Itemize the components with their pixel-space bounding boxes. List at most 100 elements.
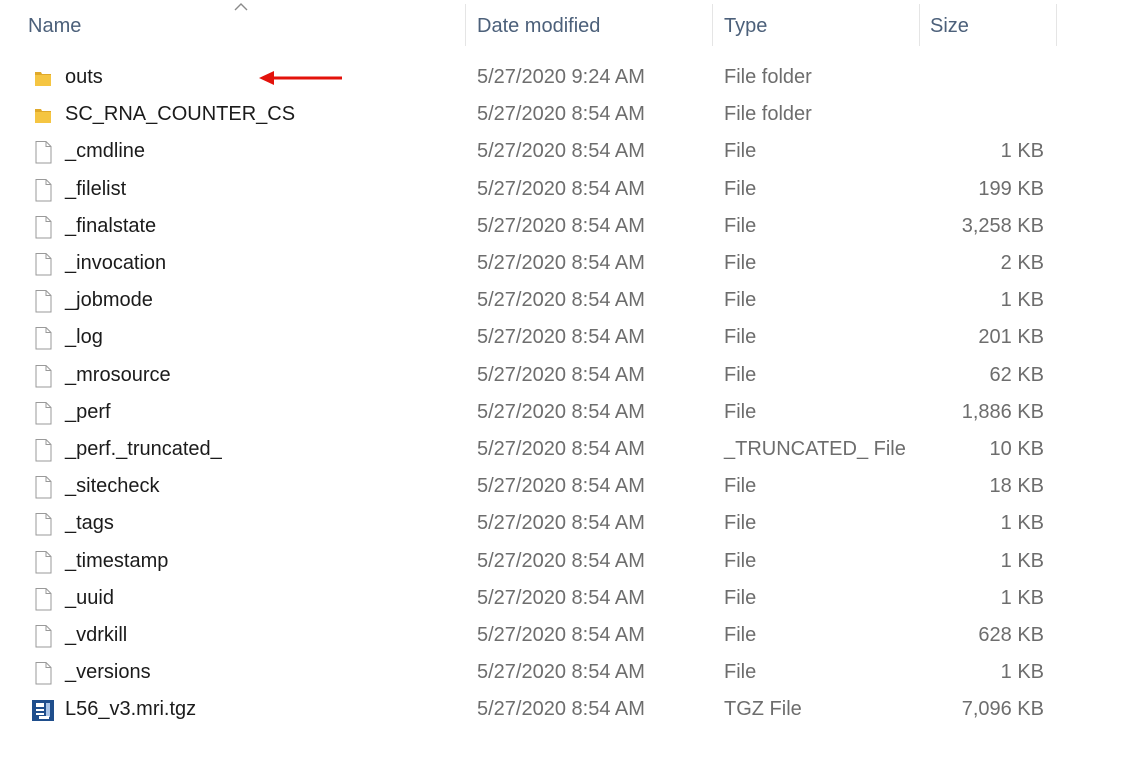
item-type: File <box>724 326 757 349</box>
item-type: File <box>724 549 757 572</box>
item-name[interactable]: SC_RNA_COUNTER_CS <box>65 96 295 133</box>
item-date-modified: 5/27/2020 8:54 AM <box>477 400 645 423</box>
file-row[interactable]: _versions 5/27/2020 8:54 AM File 1 KB <box>0 654 1125 691</box>
item-type: File <box>724 289 757 312</box>
file-row[interactable]: _filelist 5/27/2020 8:54 AM File 199 KB <box>0 171 1125 208</box>
item-type: File folder <box>724 66 812 88</box>
file-row[interactable]: L56_v3.mri.tgz 5/27/2020 8:54 AM TGZ File 7… <box>0 691 1125 728</box>
item-size: 3,258 KB <box>961 214 1044 237</box>
column-header-type[interactable]: Type <box>724 0 920 48</box>
item-type: File <box>724 400 757 423</box>
file-icon <box>30 586 56 612</box>
column-separator[interactable] <box>919 4 920 46</box>
column-header-size[interactable]: Size <box>930 0 1056 48</box>
item-size: 1 KB <box>1000 549 1044 572</box>
file-row[interactable]: _perf._truncated_ 5/27/2020 8:54 AM _TRUNC… <box>0 431 1125 468</box>
sort-up-chevron-icon[interactable] <box>233 2 249 12</box>
item-date-modified: 5/27/2020 8:54 AM <box>477 698 645 721</box>
item-size: 201 KB <box>978 326 1044 349</box>
item-name[interactable]: _finalstate <box>65 208 156 245</box>
item-name[interactable]: _filelist <box>65 171 126 208</box>
file-icon <box>30 177 56 203</box>
file-icon <box>30 363 56 389</box>
item-size: 10 KB <box>989 438 1044 460</box>
file-row[interactable]: _log 5/27/2020 8:54 AM File 201 KB <box>0 319 1125 356</box>
item-date-modified: 5/27/2020 8:54 AM <box>477 661 645 684</box>
file-icon <box>30 549 56 575</box>
file-row[interactable]: _mrosource 5/27/2020 8:54 AM File 62 KB <box>0 357 1125 394</box>
folder-row[interactable]: SC_RNA_COUNTER_CS 5/27/2020 8:54 AM File f… <box>0 96 1125 133</box>
column-header-date-modified[interactable]: Date modified <box>477 0 713 48</box>
file-icon <box>30 623 56 649</box>
item-name[interactable]: _versions <box>65 654 151 691</box>
folder-row[interactable]: outs 5/27/2020 9:24 AM File folder <box>0 59 1125 96</box>
item-name[interactable]: outs <box>65 59 103 96</box>
file-row[interactable]: _finalstate 5/27/2020 8:54 AM File 3,258 KB <box>0 208 1125 245</box>
item-date-modified: 5/27/2020 8:54 AM <box>477 252 645 274</box>
file-icon <box>30 400 56 426</box>
item-type: _TRUNCATED_ File <box>724 438 906 460</box>
column-separator[interactable] <box>465 4 466 46</box>
item-type: File <box>724 177 757 200</box>
file-row[interactable]: _sitecheck 5/27/2020 8:54 AM File 18 KB <box>0 468 1125 505</box>
file-row[interactable]: _cmdline 5/27/2020 8:54 AM File 1 KB <box>0 133 1125 170</box>
column-header-row: Name Date modified Type Size <box>0 0 1125 48</box>
item-name[interactable]: _jobmode <box>65 282 153 319</box>
item-name[interactable]: _log <box>65 319 103 356</box>
folder-icon <box>30 102 56 128</box>
file-icon <box>30 288 56 314</box>
item-type: File folder <box>724 103 812 126</box>
item-date-modified: 5/27/2020 8:54 AM <box>477 438 645 460</box>
item-date-modified: 5/27/2020 8:54 AM <box>477 586 645 609</box>
file-icon <box>30 214 56 240</box>
item-name[interactable]: L56_v3.mri.tgz <box>65 691 196 728</box>
item-type: File <box>724 252 757 274</box>
item-date-modified: 5/27/2020 9:24 AM <box>477 66 645 88</box>
file-row[interactable]: _perf 5/27/2020 8:54 AM File 1,886 KB <box>0 394 1125 431</box>
item-type: File <box>724 214 757 237</box>
item-name[interactable]: _uuid <box>65 580 114 617</box>
item-name[interactable]: _invocation <box>65 245 166 282</box>
item-date-modified: 5/27/2020 8:54 AM <box>477 326 645 349</box>
item-type: File <box>724 512 757 535</box>
item-date-modified: 5/27/2020 8:54 AM <box>477 140 645 163</box>
item-date-modified: 5/27/2020 8:54 AM <box>477 214 645 237</box>
file-row[interactable]: _jobmode 5/27/2020 8:54 AM File 1 KB <box>0 282 1125 319</box>
file-row[interactable]: _vdrkill 5/27/2020 8:54 AM File 628 KB <box>0 617 1125 654</box>
item-name[interactable]: _vdrkill <box>65 617 127 654</box>
item-date-modified: 5/27/2020 8:54 AM <box>477 177 645 200</box>
item-type: File <box>724 661 757 684</box>
item-size: 1,886 KB <box>961 400 1044 423</box>
file-icon <box>30 437 56 463</box>
item-name[interactable]: _mrosource <box>65 357 171 394</box>
item-name[interactable]: _sitecheck <box>65 468 160 505</box>
item-name[interactable]: _timestamp <box>65 543 168 580</box>
item-date-modified: 5/27/2020 8:54 AM <box>477 512 645 535</box>
item-size: 628 KB <box>978 624 1044 646</box>
item-type: File <box>724 624 757 646</box>
item-size: 1 KB <box>1000 586 1044 609</box>
item-name[interactable]: _cmdline <box>65 133 145 170</box>
item-type: File <box>724 475 757 498</box>
column-separator[interactable] <box>712 4 713 46</box>
column-separator[interactable] <box>1056 4 1057 46</box>
item-name[interactable]: _perf._truncated_ <box>65 431 222 468</box>
item-size: 1 KB <box>1000 289 1044 312</box>
item-date-modified: 5/27/2020 8:54 AM <box>477 363 645 386</box>
file-row[interactable]: _uuid 5/27/2020 8:54 AM File 1 KB <box>0 580 1125 617</box>
item-date-modified: 5/27/2020 8:54 AM <box>477 475 645 498</box>
item-name[interactable]: _perf <box>65 394 111 431</box>
file-row[interactable]: _tags 5/27/2020 8:54 AM File 1 KB <box>0 505 1125 542</box>
item-name[interactable]: _tags <box>65 505 114 542</box>
item-size: 62 KB <box>989 363 1044 386</box>
file-row[interactable]: _invocation 5/27/2020 8:54 AM File 2 KB <box>0 245 1125 282</box>
file-row[interactable]: _timestamp 5/27/2020 8:54 AM File 1 KB <box>0 543 1125 580</box>
item-size: 1 KB <box>1000 512 1044 535</box>
file-icon <box>30 251 56 277</box>
item-date-modified: 5/27/2020 8:54 AM <box>477 624 645 646</box>
item-size: 2 KB <box>1000 252 1044 274</box>
file-icon <box>30 511 56 537</box>
item-size: 1 KB <box>1000 140 1044 163</box>
item-size: 199 KB <box>978 177 1044 200</box>
item-type: TGZ File <box>724 698 802 721</box>
